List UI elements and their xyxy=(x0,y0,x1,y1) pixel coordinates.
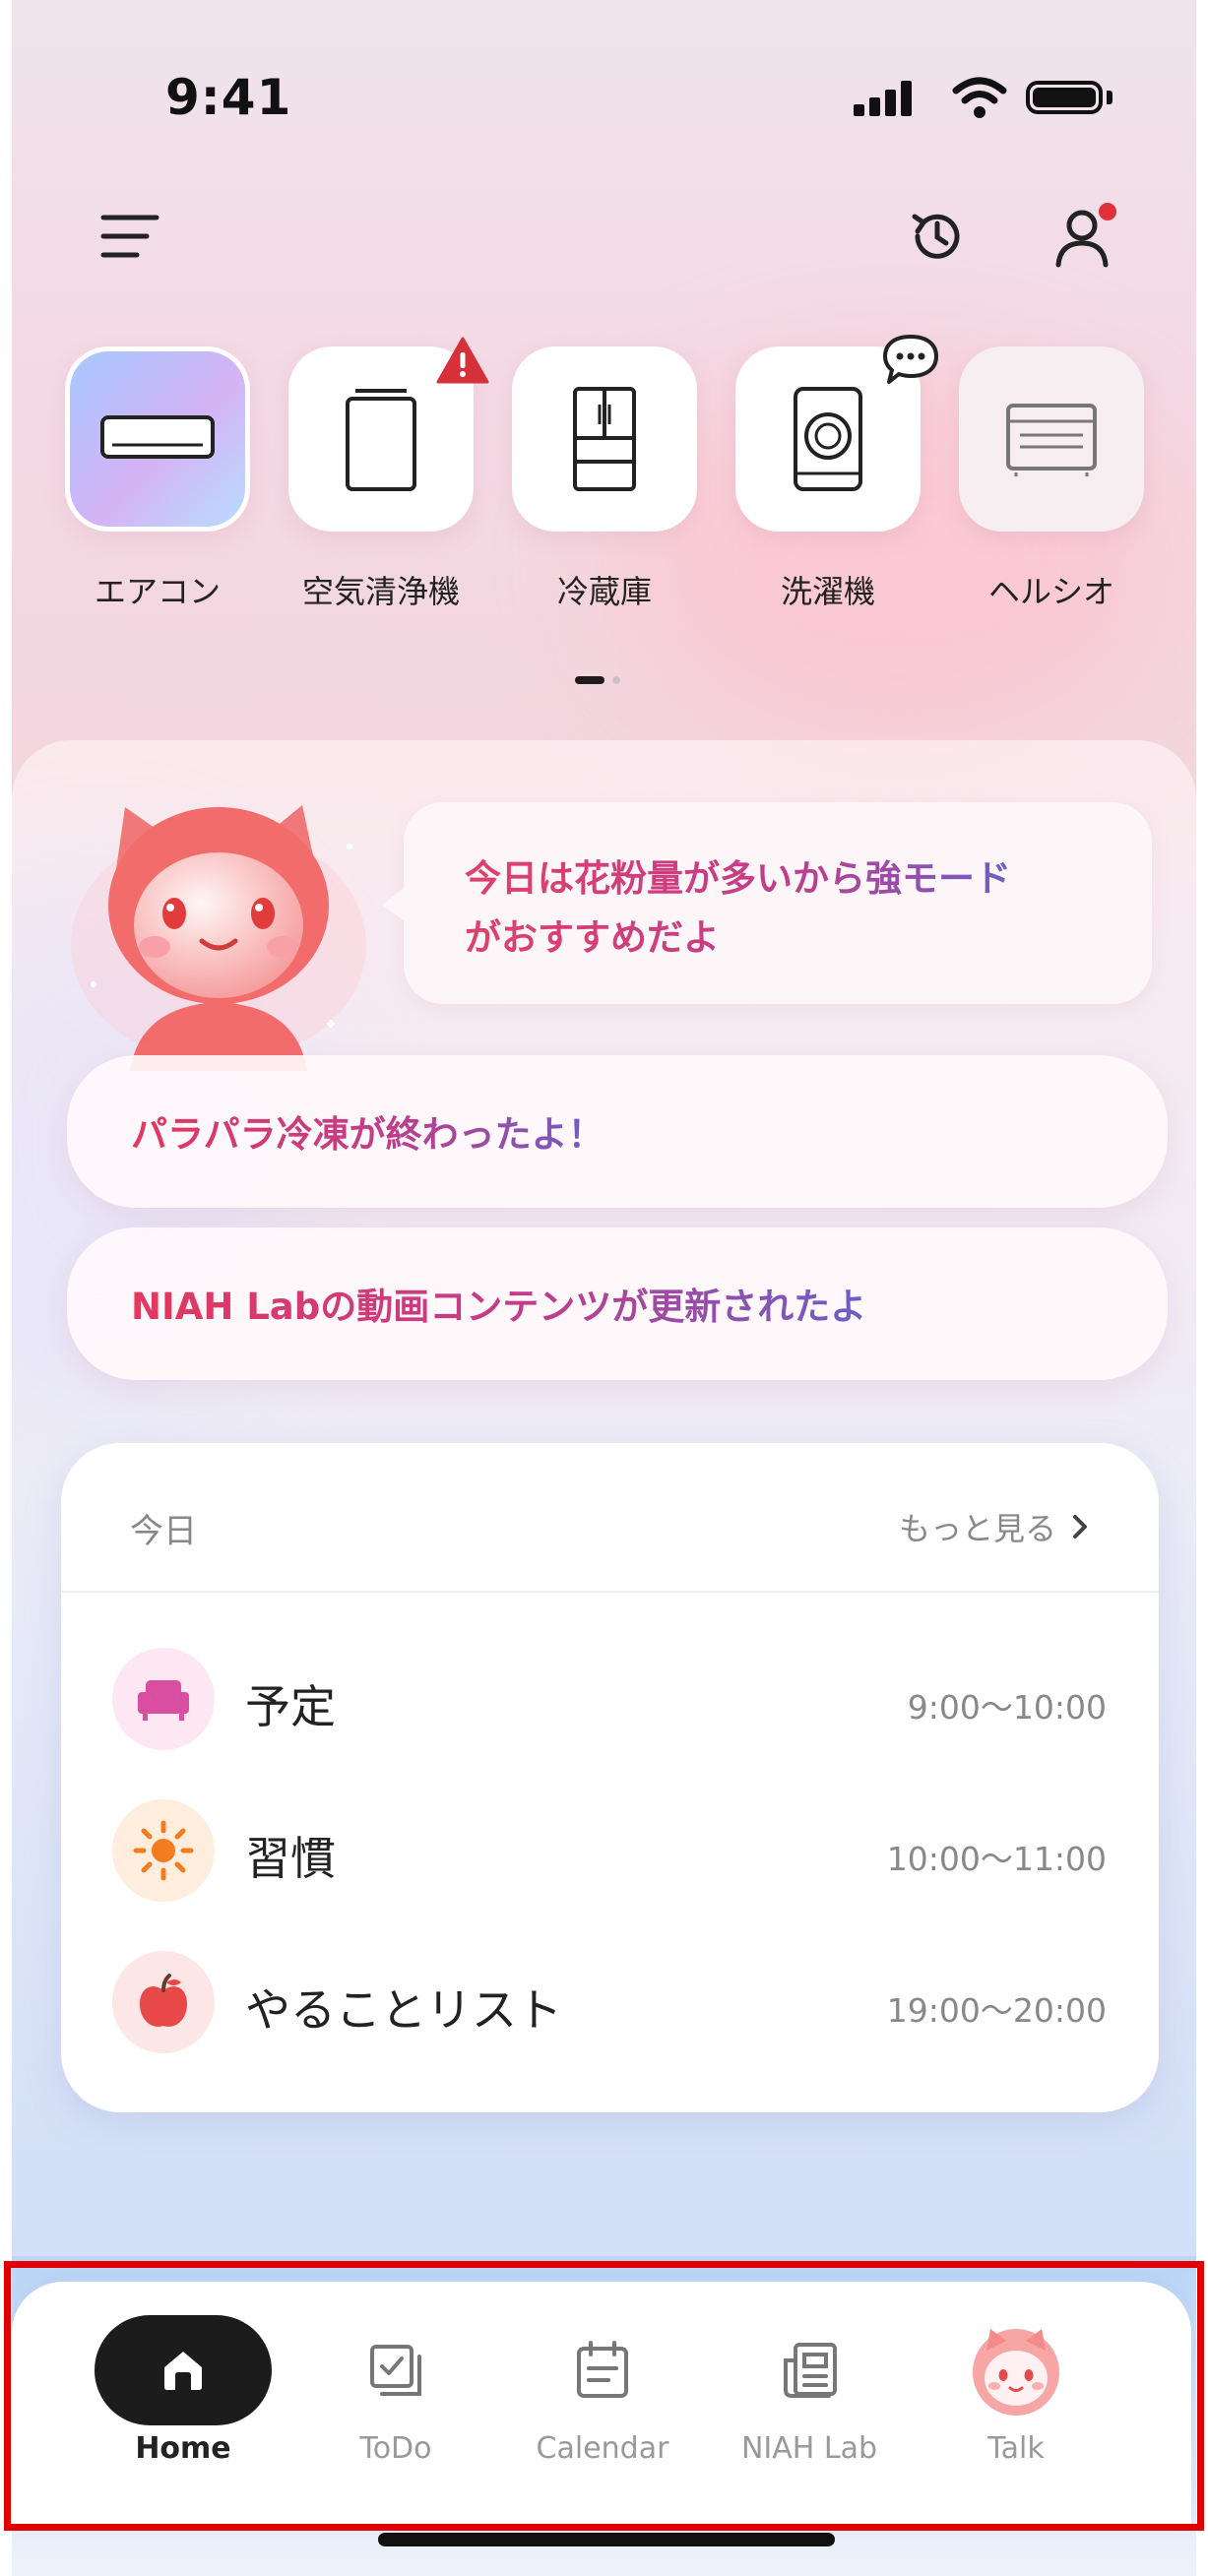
todo-list-icon-badge xyxy=(112,1951,215,2053)
microwave-oven-icon xyxy=(1006,404,1097,476)
app-screen: 9:41 エアコン 空気清浄機 冷蔵庫 洗濯機 ヘルシオ 今日は花粉量が多いから… xyxy=(12,0,1196,2576)
history-button[interactable] xyxy=(898,197,977,276)
assistant-message-line: 今日は花粉量が多いから強モード xyxy=(465,857,1011,900)
page-indicator xyxy=(575,676,620,684)
chevron-right-icon xyxy=(1073,1515,1087,1539)
refrigerator-icon xyxy=(573,387,636,491)
device-healsio[interactable]: ヘルシオ xyxy=(955,346,1148,612)
today-item-schedule[interactable]: 予定 9:00～10:00 xyxy=(112,1648,1107,1756)
habit-icon-badge xyxy=(112,1799,215,1902)
air-purifier-icon xyxy=(346,389,416,491)
device-washing-machine[interactable]: 洗濯機 xyxy=(731,335,938,612)
device-label: 空気清浄機 xyxy=(301,573,460,610)
device-label: ヘルシオ xyxy=(987,573,1114,610)
today-item-habit[interactable]: 習慣 10:00～11:00 xyxy=(112,1799,1107,1908)
status-bar: 9:41 xyxy=(12,59,1196,138)
today-item-time: 10:00～11:00 xyxy=(886,1840,1107,1878)
device-air-purifier[interactable]: 空気清浄機 xyxy=(285,337,489,612)
device-tile xyxy=(735,335,938,532)
battery-icon xyxy=(1026,81,1103,114)
notification-text: NIAH Labの動画コンテンツが更新されたよ xyxy=(131,1277,866,1330)
today-item-name: 予定 xyxy=(245,1680,336,1733)
device-label: 冷蔵庫 xyxy=(556,573,652,610)
annotation-highlight-box xyxy=(4,2261,1204,2531)
air-conditioner-icon xyxy=(100,415,215,459)
device-tile xyxy=(959,346,1144,532)
mascot-character-icon xyxy=(71,805,366,1071)
user-icon xyxy=(1055,203,1116,268)
device-tile xyxy=(512,346,697,532)
device-label: 洗濯機 xyxy=(780,573,875,610)
today-item-time: 19:00～20:00 xyxy=(886,1991,1107,2030)
today-card: 今日 もっと見る 予定 9:00～10:00 習慣 10:00～11:00 やる… xyxy=(61,1443,1159,2112)
hamburger-menu-icon xyxy=(100,215,159,258)
apple-icon xyxy=(140,1974,187,2027)
wifi-icon xyxy=(952,77,1007,118)
profile-button[interactable] xyxy=(1046,197,1124,276)
warning-icon xyxy=(436,337,489,384)
today-item-name: やることリスト xyxy=(245,1983,562,2037)
assistant-message: 今日は花粉量が多いから強モード がおすすめだよ xyxy=(465,849,1011,968)
chat-bubble-icon xyxy=(883,335,938,384)
menu-button[interactable] xyxy=(91,197,169,276)
device-list: エアコン 空気清浄機 冷蔵庫 洗濯機 ヘルシオ xyxy=(12,335,1196,632)
today-item-name: 習慣 xyxy=(245,1832,336,1885)
today-item-todo-list[interactable]: やることリスト 19:00～20:00 xyxy=(112,1951,1107,2059)
device-refrigerator[interactable]: 冷蔵庫 xyxy=(508,346,701,612)
history-icon xyxy=(912,214,960,259)
notification-card[interactable]: パラパラ冷凍が終わったよ！ xyxy=(67,1055,1168,1208)
home-indicator[interactable] xyxy=(378,2533,835,2546)
schedule-icon-badge xyxy=(112,1648,215,1750)
notification-card[interactable]: NIAH Labの動画コンテンツが更新されたよ xyxy=(67,1227,1168,1380)
washing-machine-icon xyxy=(794,387,862,491)
today-item-time: 9:00～10:00 xyxy=(907,1688,1107,1727)
top-bar xyxy=(12,197,1196,285)
today-title: 今日 xyxy=(130,1512,197,1551)
device-tile xyxy=(288,337,489,532)
today-header: 今日 もっと見る xyxy=(61,1443,1159,1593)
device-tile xyxy=(65,346,250,532)
assistant-message-line: がおすすめだよ xyxy=(465,916,720,959)
see-more-label: もっと見る xyxy=(898,1510,1056,1547)
sun-icon xyxy=(133,1820,194,1881)
status-time: 9:41 xyxy=(165,69,292,126)
device-label: エアコン xyxy=(94,573,221,610)
cellular-signal-icon xyxy=(854,81,912,116)
battery-cap xyxy=(1107,91,1113,104)
device-air-conditioner[interactable]: エアコン xyxy=(61,346,254,612)
assistant-speech-bubble[interactable]: 今日は花粉量が多いから強モード がおすすめだよ xyxy=(382,802,1152,1004)
notification-text: パラパラ冷凍が終わったよ！ xyxy=(131,1104,604,1158)
see-more-link[interactable]: もっと見る xyxy=(899,1504,1090,1549)
sofa-icon xyxy=(138,1680,189,1721)
